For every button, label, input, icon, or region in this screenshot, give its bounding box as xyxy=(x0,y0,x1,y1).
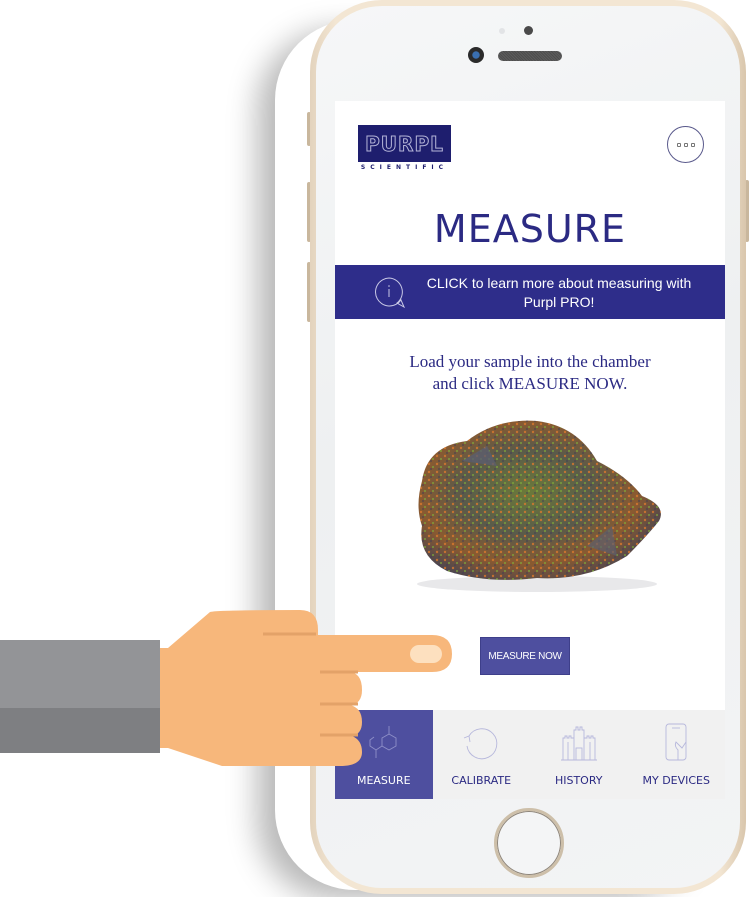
instruction-line-2: and click MEASURE NOW. xyxy=(432,374,628,393)
instruction-text: Load your sample into the chamber and cl… xyxy=(365,351,695,395)
sample-image xyxy=(417,420,661,592)
home-button[interactable] xyxy=(494,808,564,878)
bud-texture xyxy=(418,420,661,580)
more-dots-icon xyxy=(683,142,688,147)
more-dots-icon xyxy=(676,142,681,147)
info-chat-icon xyxy=(375,277,406,309)
tab-label: HISTORY xyxy=(554,774,603,787)
learn-more-text: CLICK to learn more about measuring with… xyxy=(426,275,692,310)
tab-history[interactable]: HISTORY xyxy=(530,710,628,799)
sample-shadow xyxy=(417,576,657,592)
tab-my-devices[interactable]: MY DEVICES xyxy=(628,710,726,799)
wrist xyxy=(160,648,168,748)
pointing-hand-illustration xyxy=(0,610,452,766)
tab-label: CALIBRATE xyxy=(451,774,512,787)
front-camera xyxy=(468,47,484,63)
sleeve-lower xyxy=(0,708,160,753)
fingernail xyxy=(410,645,442,663)
proximity-sensor xyxy=(499,28,505,34)
tab-label: MY DEVICES xyxy=(642,774,710,787)
more-dots-icon xyxy=(690,142,695,147)
brand-name: PURPL xyxy=(365,131,444,156)
refresh-icon xyxy=(464,728,498,760)
earpiece-speaker xyxy=(498,51,562,61)
phone-hand-icon xyxy=(665,723,687,761)
brand-subtitle: SCIENTIFIC xyxy=(360,164,449,171)
instruction-line-1: Load your sample into the chamber xyxy=(409,352,651,371)
light-sensor xyxy=(524,26,533,35)
measure-now-button[interactable]: MEASURE NOW xyxy=(480,637,570,675)
brand-logo[interactable]: PURPL xyxy=(358,125,451,162)
more-menu-button[interactable] xyxy=(667,126,704,163)
castle-icon xyxy=(560,726,597,761)
sleeve-upper xyxy=(0,640,160,710)
page-title: MEASURE xyxy=(433,207,627,251)
learn-more-banner[interactable]: CLICK to learn more about measuring with… xyxy=(335,265,725,319)
